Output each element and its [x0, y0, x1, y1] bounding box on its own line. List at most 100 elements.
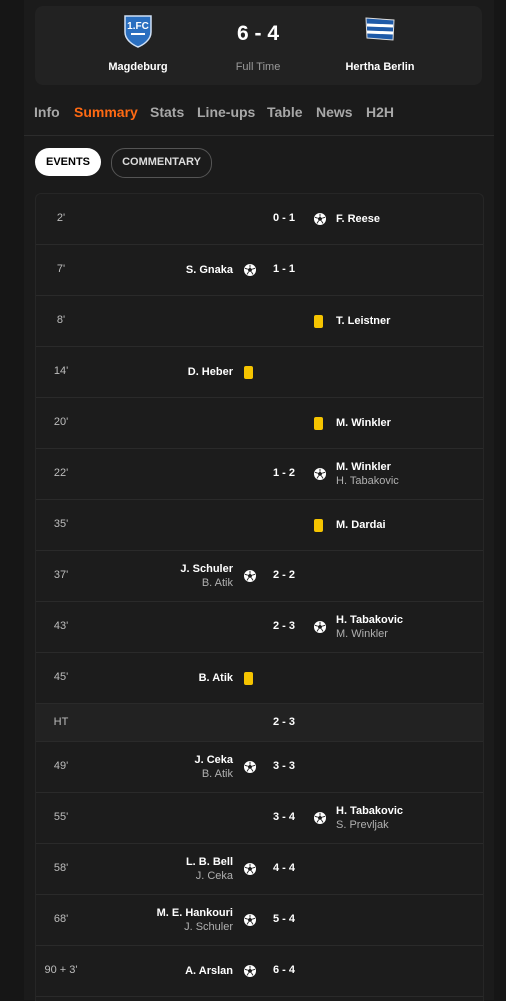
event-assist-name[interactable]: M. Winkler — [336, 627, 403, 641]
event-minute: 58' — [53, 862, 69, 874]
event-row: 35' M. Dardai — [36, 500, 483, 551]
event-row: 55' 3 - 4 H. Tabakovic S. Prevljak — [36, 793, 483, 844]
tab-stats[interactable]: Stats — [150, 104, 184, 120]
goal-ball-icon — [314, 213, 326, 225]
goal-ball-icon — [244, 965, 256, 977]
tab-info[interactable]: Info — [34, 104, 60, 120]
event-row: 14' D. Heber — [36, 347, 483, 398]
tabs-divider — [24, 135, 494, 136]
event-player-block: A. Arslan — [185, 964, 233, 978]
event-player-name[interactable]: T. Leistner — [336, 314, 390, 328]
event-player-block: T. Leistner — [336, 314, 390, 328]
event-minute: 22' — [53, 467, 69, 479]
event-score: 2 - 3 — [272, 715, 295, 728]
event-row: 49' 3 - 3 J. Ceka B. Atik — [36, 742, 483, 793]
match-status: Full Time — [235, 61, 281, 73]
goal-ball-icon — [314, 621, 326, 633]
event-player-block: S. Gnaka — [186, 263, 233, 277]
event-player-block: J. Ceka B. Atik — [194, 753, 233, 781]
tab-table[interactable]: Table — [267, 104, 303, 120]
event-player-name[interactable]: H. Tabakovic — [336, 804, 403, 818]
event-score: 3 - 3 — [272, 760, 295, 772]
goal-ball-icon — [244, 863, 256, 875]
goal-ball-icon — [314, 812, 326, 824]
event-player-name[interactable]: J. Ceka — [194, 753, 233, 767]
event-score: 2 - 2 — [272, 569, 295, 581]
yellow-card-icon — [314, 314, 323, 328]
event-assist-name[interactable]: J. Ceka — [186, 869, 233, 883]
event-player-block: J. Schuler B. Atik — [180, 562, 233, 590]
event-player-block: F. Reese — [336, 212, 380, 226]
event-score: 5 - 4 — [272, 913, 295, 925]
svg-text:1.FC: 1.FC — [127, 21, 149, 32]
event-row: 45' B. Atik — [36, 653, 483, 704]
tab-lineups[interactable]: Line-ups — [197, 104, 255, 120]
tab-summary[interactable]: Summary — [74, 104, 138, 120]
event-player-name[interactable]: M. Dardai — [336, 518, 386, 532]
event-player-block: M. Winkler H. Tabakovic — [336, 460, 399, 488]
event-assist-name[interactable]: B. Atik — [194, 767, 233, 781]
event-player-name[interactable]: M. Winkler — [336, 460, 399, 474]
event-player-block: H. Tabakovic M. Winkler — [336, 613, 403, 641]
event-player-block: M. Winkler — [336, 416, 391, 430]
goal-ball-icon — [314, 468, 326, 480]
event-player-name[interactable]: M. E. Hankouri — [157, 906, 233, 920]
event-row: 2' 0 - 1 F. Reese — [36, 194, 483, 245]
event-player-name[interactable]: D. Heber — [188, 365, 233, 379]
event-player-block: L. B. Bell J. Ceka — [186, 855, 233, 883]
event-minute: 2' — [56, 212, 66, 224]
event-row: 8' T. Leistner — [36, 296, 483, 347]
hertha-flag-icon — [363, 15, 397, 43]
tab-news[interactable]: News — [316, 104, 353, 120]
event-minute: HT — [53, 715, 69, 728]
event-player-name[interactable]: S. Gnaka — [186, 263, 233, 277]
away-team-name: Hertha Berlin — [345, 61, 415, 73]
away-team[interactable]: Hertha Berlin — [305, 6, 455, 85]
event-minute: 55' — [53, 811, 69, 823]
event-score: 3 - 4 — [272, 811, 295, 823]
event-minute: 7' — [56, 263, 66, 275]
event-minute: 45' — [53, 671, 69, 683]
event-row: 58' 4 - 4 L. B. Bell J. Ceka — [36, 844, 483, 895]
event-player-name[interactable]: B. Atik — [199, 671, 233, 685]
event-player-name[interactable]: J. Schuler — [180, 562, 233, 576]
event-player-name[interactable]: H. Tabakovic — [336, 613, 403, 627]
event-minute: 37' — [53, 569, 69, 581]
home-team-name: Magdeburg — [108, 61, 168, 73]
event-score: 2 - 3 — [272, 620, 295, 632]
events-list: 2' 0 - 1 F. Reese 7' 1 - 1 S. Gnaka 8' T. Leist… — [35, 193, 484, 1001]
event-player-name[interactable]: F. Reese — [336, 212, 380, 226]
event-assist-name[interactable]: S. Prevljak — [336, 818, 403, 832]
event-player-block: H. Tabakovic S. Prevljak — [336, 804, 403, 832]
yellow-card-icon — [244, 365, 253, 379]
event-minute: 35' — [53, 518, 69, 530]
event-row: 90 + 3' 6 - 4 A. Arslan — [36, 946, 483, 997]
event-minute: 8' — [56, 314, 66, 326]
event-player-block: M. Dardai — [336, 518, 386, 532]
event-player-name[interactable]: L. B. Bell — [186, 855, 233, 869]
halftime-row: HT 2 - 3 — [36, 704, 483, 742]
event-assist-name[interactable]: H. Tabakovic — [336, 474, 399, 488]
event-player-block: B. Atik — [199, 671, 233, 685]
event-assist-name[interactable]: J. Schuler — [157, 920, 233, 934]
event-score: 4 - 4 — [272, 862, 295, 874]
event-score: 1 - 2 — [272, 467, 295, 479]
goal-ball-icon — [244, 914, 256, 926]
event-minute: 14' — [53, 365, 69, 377]
event-row: 37' 2 - 2 J. Schuler B. Atik — [36, 551, 483, 602]
event-player-block: M. E. Hankouri J. Schuler — [157, 906, 233, 934]
tab-h2h[interactable]: H2H — [366, 104, 394, 120]
event-row: 43' 2 - 3 H. Tabakovic M. Winkler — [36, 602, 483, 653]
home-team[interactable]: 1.FC Magdeburg — [63, 6, 213, 85]
event-assist-name[interactable]: B. Atik — [180, 576, 233, 590]
magdeburg-crest-icon: 1.FC — [123, 14, 153, 48]
event-score: 1 - 1 — [272, 263, 295, 275]
event-player-name[interactable]: M. Winkler — [336, 416, 391, 430]
events-toggle-button[interactable]: EVENTS — [35, 148, 101, 176]
commentary-toggle-button[interactable]: COMMENTARY — [111, 148, 212, 178]
event-minute: 68' — [53, 913, 69, 925]
event-minute: 43' — [53, 620, 69, 632]
event-row: 7' 1 - 1 S. Gnaka — [36, 245, 483, 296]
event-player-name[interactable]: A. Arslan — [185, 964, 233, 978]
event-minute: 49' — [53, 760, 69, 772]
